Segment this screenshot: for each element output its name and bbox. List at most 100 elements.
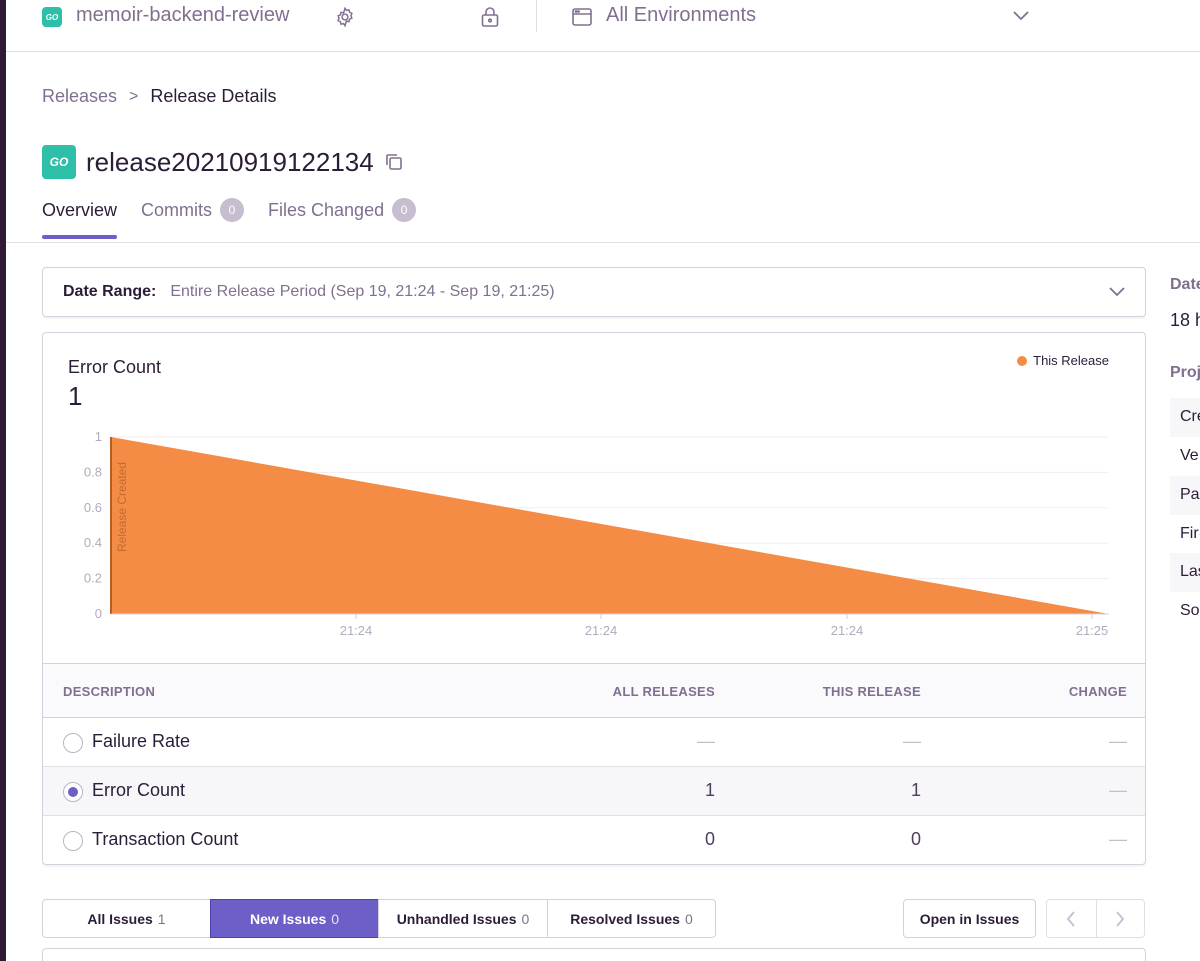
sidebar-row: So (1180, 602, 1200, 619)
metric-row-error-count[interactable]: Error Count 1 1 — (43, 767, 1145, 816)
commits-count-badge: 0 (220, 198, 245, 222)
metric-label: Transaction Count (92, 829, 239, 849)
sidebar-row: Ve (1180, 447, 1199, 464)
date-range-selector[interactable]: Date Range: Entire Release Period (Sep 1… (42, 267, 1146, 317)
header-this-release: THIS RELEASE (822, 684, 921, 699)
y-tick-label: 0.8 (84, 464, 102, 479)
metric-label: Error Count (92, 780, 186, 800)
go-platform-icon: GO (42, 145, 76, 179)
topbar-divider (536, 0, 537, 32)
breadcrumb-current: Release Details (150, 86, 277, 106)
tab-commits[interactable]: Commits 0 (141, 198, 245, 238)
copy-icon[interactable] (384, 152, 404, 172)
breadcrumb: Releases > Release Details (42, 86, 276, 107)
metric-radio[interactable] (63, 831, 83, 851)
previous-page-button[interactable] (1047, 900, 1096, 937)
y-tick-label: 0 (95, 606, 102, 621)
left-rail (0, 0, 6, 961)
window-icon (572, 8, 592, 26)
filter-label: Resolved Issues (570, 910, 680, 927)
filter-new-issues[interactable]: New Issues 0 (210, 899, 379, 938)
sidebar-row: Cre (1170, 398, 1200, 437)
top-bar: GO memoir-backend-review All Environment… (6, 0, 1200, 52)
breadcrumb-separator: > (129, 87, 139, 105)
metric-all-releases: 1 (704, 780, 715, 800)
release-tabs: Overview Commits 0 Files Changed 0 (42, 198, 417, 239)
y-tick-label: 1 (95, 429, 102, 444)
legend-label: This Release (1033, 353, 1109, 368)
header-change: CHANGE (1068, 684, 1127, 699)
date-range-label: Date Range: (63, 283, 157, 300)
sidebar-row: Pa (1170, 476, 1200, 515)
filter-count: 1 (157, 910, 166, 927)
tab-files-changed[interactable]: Files Changed 0 (268, 198, 417, 238)
sidebar-date-value: 18 h (1170, 310, 1200, 330)
metric-all-releases: — (697, 731, 715, 751)
metric-this-release: 0 (910, 829, 921, 849)
legend-swatch (1017, 355, 1028, 366)
metric-this-release: — (903, 731, 921, 751)
filter-all-issues[interactable]: All Issues 1 (42, 899, 211, 938)
release-header: GO release20210919122134 (42, 145, 404, 179)
filter-label: New Issues (249, 910, 327, 927)
chart-title: Error Count (68, 357, 162, 377)
filter-resolved-issues[interactable]: Resolved Issues 0 (547, 899, 716, 938)
issues-filter-group: All Issues 1 New Issues 0 Unhandled Issu… (42, 899, 716, 938)
x-tick-label: 21:25 (1076, 623, 1109, 638)
issues-list (42, 948, 1146, 961)
filter-count: 0 (521, 910, 530, 927)
metric-this-release: 1 (910, 780, 921, 800)
filter-count: 0 (331, 910, 340, 927)
metrics-table-header: DESCRIPTION ALL RELEASES THIS RELEASE CH… (43, 663, 1145, 718)
metric-row-failure-rate[interactable]: Failure Rate — — — (43, 718, 1145, 767)
metric-radio[interactable] (63, 782, 83, 802)
header-description: DESCRIPTION (63, 684, 156, 699)
series-area (111, 437, 1109, 614)
environment-selector[interactable]: All Environments (606, 4, 756, 27)
sidebar-row: Las (1170, 553, 1200, 592)
chevron-down-icon[interactable] (1011, 8, 1031, 24)
files-changed-count-badge: 0 (392, 198, 417, 222)
sidebar-date-label: Date (1170, 276, 1200, 293)
breadcrumb-releases-link[interactable]: Releases (42, 86, 117, 107)
gear-icon[interactable] (334, 6, 356, 28)
chart-total: 1 (68, 381, 83, 411)
go-platform-icon: GO (42, 7, 62, 27)
y-tick-label: 0.4 (84, 535, 102, 550)
next-page-button[interactable] (1095, 900, 1145, 937)
y-tick-label: 0.2 (84, 571, 102, 586)
release-name: release20210919122134 (86, 146, 374, 177)
metric-change: — (1109, 780, 1127, 800)
metric-radio[interactable] (63, 733, 83, 753)
filter-label: All Issues (87, 910, 153, 927)
sidebar-row: Fir (1180, 525, 1199, 542)
x-tick-label: 21:24 (585, 623, 618, 638)
filter-unhandled-issues[interactable]: Unhandled Issues 0 (378, 899, 548, 938)
x-tick-label: 21:24 (831, 623, 864, 638)
sidebar-projects-label: Proj (1170, 364, 1200, 381)
filter-count: 0 (684, 910, 693, 927)
chart-legend[interactable]: This Release (1017, 353, 1109, 368)
metric-all-releases: 0 (704, 829, 715, 849)
metric-change: — (1109, 731, 1127, 751)
chevron-down-icon[interactable] (1107, 284, 1127, 300)
metric-label: Failure Rate (92, 731, 191, 751)
header-all-releases: ALL RELEASES (612, 684, 715, 699)
metric-change: — (1109, 829, 1127, 849)
header-divider (6, 242, 1200, 243)
tab-label: Commits (141, 199, 213, 220)
open-in-issues-button[interactable]: Open in Issues (903, 899, 1036, 938)
chevron-right-icon (1116, 910, 1125, 927)
tab-label: Files Changed (268, 199, 385, 220)
tab-label: Overview (42, 199, 118, 220)
project-name[interactable]: memoir-backend-review (76, 4, 289, 27)
y-tick-label: 0.6 (84, 500, 102, 515)
lock-icon[interactable] (480, 6, 500, 28)
error-count-chart: 0 0.2 0.4 0.6 0.8 1 Release Created 21:24 21:24 2… (84, 429, 1109, 638)
chevron-left-icon (1067, 910, 1075, 927)
release-marker-label: Release Created (115, 462, 129, 552)
metric-row-transaction-count[interactable]: Transaction Count 0 0 — (43, 816, 1145, 864)
tab-overview[interactable]: Overview (42, 198, 118, 239)
release-stats-panel: Error Count 1 This Release 0 0.2 0.4 0.6 0.8… (42, 332, 1146, 865)
filter-label: Unhandled Issues (396, 910, 517, 927)
